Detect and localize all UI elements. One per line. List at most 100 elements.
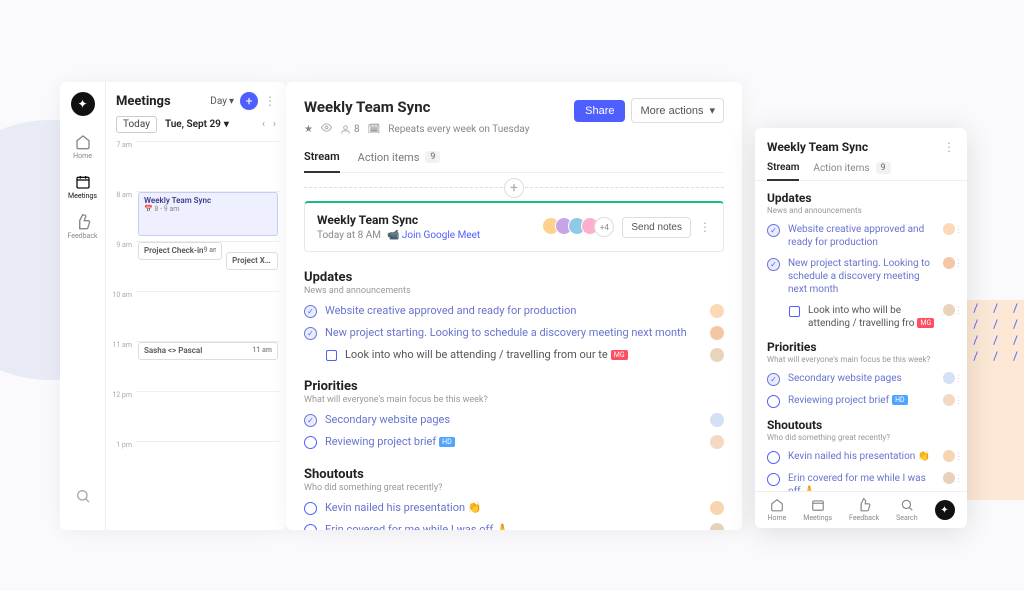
checkbox-open-icon[interactable] bbox=[304, 502, 317, 515]
action-count-badge: 9 bbox=[425, 151, 440, 163]
avatar bbox=[710, 501, 724, 515]
join-meet-link[interactable]: 📹 Join Google Meet bbox=[387, 230, 480, 241]
nav-search[interactable] bbox=[75, 488, 91, 506]
event-weekly-sync[interactable]: Weekly Team Sync 📅 8 - 9 am bbox=[138, 192, 278, 236]
list-item[interactable]: Website creative approved and ready for … bbox=[767, 223, 955, 249]
list-item[interactable]: Secondary website pages bbox=[304, 413, 724, 427]
mobile-panel: Weekly Team Sync ⋮ Stream Action items 9… bbox=[755, 128, 967, 528]
list-item[interactable]: Reviewing project briefHD ⋮ bbox=[767, 394, 955, 408]
mobile-nav-home[interactable]: Home bbox=[767, 498, 786, 522]
item-menu-icon[interactable]: ⋮ bbox=[954, 225, 963, 235]
checkbox-open-icon[interactable] bbox=[767, 473, 780, 486]
add-note-button[interactable]: + bbox=[504, 178, 524, 198]
list-item[interactable]: Erin covered for me while I was off 🙏 bbox=[304, 523, 724, 530]
list-item[interactable]: Erin covered for me while I was off 🙏 ⋮ bbox=[767, 472, 955, 491]
app-logo[interactable]: ✦ bbox=[935, 500, 955, 520]
section-desc: What will everyone's main focus be this … bbox=[767, 355, 955, 364]
section-title: Shoutouts bbox=[767, 418, 955, 432]
attendee-count[interactable]: 8 bbox=[340, 124, 360, 135]
section-title: Updates bbox=[304, 270, 724, 285]
avatar bbox=[710, 435, 724, 449]
checkbox-done-icon[interactable] bbox=[304, 327, 317, 340]
time-label: 12 pm bbox=[110, 391, 136, 441]
list-item[interactable]: Kevin nailed his presentation 👏 bbox=[304, 501, 724, 515]
calendar-menu-icon[interactable]: ⋮ bbox=[264, 94, 276, 108]
list-item-sub[interactable]: Look into who will be attending / travel… bbox=[767, 304, 955, 330]
checkbox-done-icon[interactable] bbox=[767, 373, 780, 386]
mobile-tab-stream[interactable]: Stream bbox=[767, 162, 799, 181]
list-item[interactable]: Kevin nailed his presentation 👏 ⋮ bbox=[767, 450, 955, 464]
section-title: Shoutouts bbox=[304, 467, 724, 482]
checkbox-done-icon[interactable] bbox=[304, 305, 317, 318]
add-meeting-button[interactable]: + bbox=[240, 92, 258, 110]
item-menu-icon[interactable]: ⋮ bbox=[954, 374, 963, 384]
next-day-button[interactable]: › bbox=[273, 119, 276, 130]
checkbox-icon[interactable] bbox=[789, 306, 800, 317]
meeting-detail-panel: Weekly Team Sync ★ 8 🗓 Repeats every wee… bbox=[286, 82, 742, 530]
view-mode-select[interactable]: Day ▾ bbox=[210, 96, 234, 107]
mobile-nav-feedback[interactable]: Feedback bbox=[849, 498, 879, 522]
list-item[interactable]: Secondary website pages ⋮ bbox=[767, 372, 955, 386]
section-shoutouts: Shoutouts Who did something great recent… bbox=[304, 467, 724, 530]
nav-feedback[interactable]: Feedback bbox=[67, 214, 97, 240]
checkbox-open-icon[interactable] bbox=[767, 451, 780, 464]
section-desc: Who did something great recently? bbox=[767, 433, 955, 442]
mobile-bottom-nav: Home Meetings Feedback Search ✦ bbox=[755, 491, 967, 528]
checkbox-done-icon[interactable] bbox=[767, 224, 780, 237]
checkbox-done-icon[interactable] bbox=[304, 414, 317, 427]
nav-home[interactable]: Home bbox=[73, 134, 92, 160]
star-icon[interactable]: ★ bbox=[304, 124, 313, 135]
avatar-more[interactable]: +4 bbox=[594, 217, 614, 237]
avatar bbox=[710, 326, 724, 340]
calendar-grid[interactable]: 7 am 8 am Weekly Team Sync 📅 8 - 9 am 9 … bbox=[106, 141, 286, 530]
left-nav: ✦ Home Meetings Feedback bbox=[60, 82, 106, 530]
checkbox-done-icon[interactable] bbox=[767, 258, 780, 271]
nav-feedback-label: Feedback bbox=[67, 232, 97, 240]
item-menu-icon[interactable]: ⋮ bbox=[954, 396, 963, 406]
nav-meetings[interactable]: Meetings bbox=[68, 174, 97, 200]
mobile-menu-icon[interactable]: ⋮ bbox=[943, 140, 955, 154]
item-menu-icon[interactable]: ⋮ bbox=[954, 259, 963, 269]
event-kickoff[interactable]: Project X Kick... bbox=[226, 252, 278, 270]
list-item[interactable]: New project starting. Looking to schedul… bbox=[304, 326, 724, 340]
tab-action-items[interactable]: Action items 9 bbox=[358, 150, 441, 172]
mobile-section-priorities: Priorities What will everyone's main foc… bbox=[767, 340, 955, 408]
checkbox-open-icon[interactable] bbox=[304, 436, 317, 449]
nav-meetings-label: Meetings bbox=[68, 192, 97, 200]
mobile-nav-meetings[interactable]: Meetings bbox=[803, 498, 832, 522]
today-button[interactable]: Today bbox=[116, 116, 157, 133]
list-item[interactable]: New project starting. Looking to schedul… bbox=[767, 257, 955, 296]
attendee-avatars[interactable]: +4 bbox=[542, 217, 614, 237]
checkbox-open-icon[interactable] bbox=[304, 524, 317, 530]
more-actions-button[interactable]: More actions ▾ bbox=[631, 98, 724, 123]
mobile-tab-actions[interactable]: Action items 9 bbox=[813, 162, 890, 180]
event-checkin[interactable]: Project Check-in9 am bbox=[138, 242, 222, 260]
list-item-sub[interactable]: Look into who will be attending / travel… bbox=[304, 348, 724, 361]
time-label: 1 pm bbox=[110, 441, 136, 491]
list-item[interactable]: Website creative approved and ready for … bbox=[304, 304, 724, 318]
calendar-icon: 📅 bbox=[144, 205, 153, 213]
mobile-nav-search[interactable]: Search bbox=[896, 498, 918, 522]
event-sasha[interactable]: Sasha <> Pascal11 am bbox=[138, 342, 278, 360]
list-item[interactable]: Reviewing project briefHD bbox=[304, 435, 724, 449]
prev-day-button[interactable]: ‹ bbox=[262, 119, 265, 130]
chevron-down-icon: ▾ bbox=[229, 96, 234, 107]
user-tag: MG bbox=[917, 318, 934, 328]
send-notes-button[interactable]: Send notes bbox=[622, 217, 691, 238]
session-card[interactable]: Weekly Team Sync Today at 8 AM 📹 Join Go… bbox=[304, 201, 724, 252]
date-selector[interactable]: Tue, Sept 29 ▾ bbox=[165, 119, 229, 130]
section-desc: News and announcements bbox=[767, 206, 955, 215]
checkbox-icon[interactable] bbox=[326, 350, 337, 361]
calendar-panel: ✦ Home Meetings Feedback Meetings bbox=[60, 82, 286, 530]
tab-stream[interactable]: Stream bbox=[304, 150, 340, 173]
share-button[interactable]: Share bbox=[574, 100, 625, 122]
item-menu-icon[interactable]: ⋮ bbox=[954, 474, 963, 484]
eye-icon[interactable] bbox=[321, 122, 332, 136]
app-logo[interactable]: ✦ bbox=[71, 92, 95, 116]
time-label: 8 am bbox=[110, 191, 136, 241]
repeat-text: Repeats every week on Tuesday bbox=[388, 124, 529, 135]
item-menu-icon[interactable]: ⋮ bbox=[954, 306, 963, 316]
item-menu-icon[interactable]: ⋮ bbox=[954, 452, 963, 462]
checkbox-open-icon[interactable] bbox=[767, 395, 780, 408]
session-menu-icon[interactable]: ⋮ bbox=[699, 220, 711, 234]
